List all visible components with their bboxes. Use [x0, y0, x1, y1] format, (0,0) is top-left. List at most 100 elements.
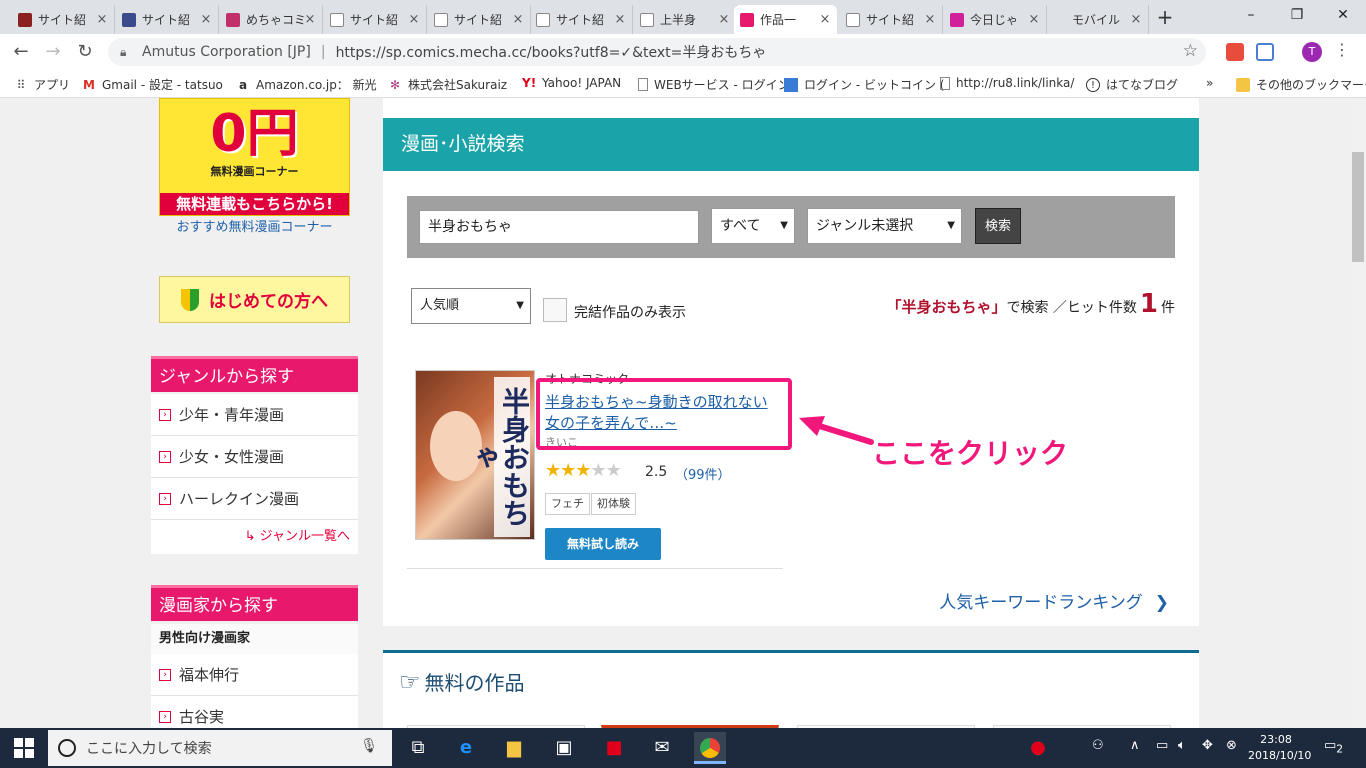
bookmark-webservice[interactable]: WEBサービス - ログイン — [638, 76, 790, 93]
notification-icon[interactable]: ▭2 — [1324, 738, 1343, 756]
windows-start-icon[interactable] — [14, 738, 34, 758]
volume-icon[interactable]: 🔈︎ — [1178, 738, 1186, 753]
close-window-button[interactable]: ✕ — [1320, 0, 1366, 30]
scrollbar-thumb[interactable] — [1352, 152, 1364, 262]
close-icon[interactable]: × — [200, 12, 212, 27]
file-explorer-icon[interactable]: ▆ — [498, 732, 530, 764]
tab-title: サイト紹 — [38, 13, 87, 27]
back-arrow-icon[interactable]: ← — [8, 40, 34, 64]
close-icon[interactable]: × — [614, 12, 626, 27]
search-input[interactable]: 半身おもちゃ — [419, 210, 699, 244]
tab-7[interactable]: 上半身 × — [634, 5, 737, 34]
bookmark-sakuraiz[interactable]: ✻ 株式会社Sakuraiz — [388, 76, 507, 93]
bookmark-hatena[interactable]: ! はてなブログ — [1086, 76, 1178, 93]
tab-4[interactable]: サイト紹 × — [324, 5, 427, 34]
tab-1[interactable]: サイト紹 × — [12, 5, 115, 34]
tab-favicon — [18, 12, 32, 27]
tab-title: サイト紹 — [142, 13, 191, 27]
beginner-banner[interactable]: はじめての方へ — [159, 276, 350, 323]
battery-icon[interactable]: ▭ — [1156, 738, 1168, 753]
bookmark-apps[interactable]: ⠿ アプリ — [14, 76, 70, 93]
genre-select[interactable]: ジャンル未選択 ▼ — [807, 208, 962, 244]
tab-11[interactable]: モバイル × — [1046, 5, 1149, 34]
free-manga-banner[interactable]: 0円 無料漫画コーナー 無料連載もこちらから! — [159, 98, 350, 216]
beginner-mark-icon — [181, 288, 199, 311]
close-icon[interactable]: × — [1130, 12, 1142, 27]
bookmark-other[interactable]: その他のブックマーク — [1236, 76, 1366, 93]
tab-3[interactable]: めちゃコミ × — [220, 5, 323, 34]
tab-favicon — [226, 12, 240, 27]
close-icon[interactable]: × — [819, 12, 831, 27]
bookmark-star-icon[interactable]: ☆ — [1183, 41, 1198, 61]
store-icon[interactable]: ▣ — [548, 732, 580, 764]
tab-10[interactable]: 今日じゃ × — [944, 5, 1047, 34]
bookmark-ru8[interactable]: http://ru8.link/linka/ — [940, 76, 1074, 90]
keyword-ranking-link[interactable]: 人気キーワードランキング ❯ — [939, 588, 1169, 613]
tag-badge[interactable]: フェチ — [545, 493, 590, 515]
chevron-up-icon[interactable]: ∧ — [1130, 738, 1140, 753]
complete-only-label[interactable]: 完結作品のみ表示 — [574, 302, 686, 322]
sort-select[interactable]: 人気順 ▼ — [411, 288, 531, 324]
chrome-icon[interactable] — [694, 732, 726, 764]
tab-favicon — [122, 12, 136, 27]
tab-5[interactable]: サイト紹 × — [428, 5, 531, 34]
genre-item[interactable]: › ハーレクイン漫画 — [151, 478, 358, 520]
recommend-free-link[interactable]: おすすめ無料漫画コーナー — [159, 216, 350, 235]
artist-item[interactable]: › 福本伸行 — [151, 654, 358, 696]
activity-monitor-icon[interactable]: ● — [1022, 732, 1054, 764]
reload-icon[interactable]: ↻ — [72, 40, 98, 64]
book-cover[interactable]: 半身おもちゃ — [415, 370, 535, 540]
network-icon[interactable]: ⊗ — [1226, 738, 1237, 753]
review-count-link[interactable]: （99件） — [675, 464, 731, 483]
bookmarks-overflow[interactable]: » — [1206, 76, 1213, 90]
reader-app-icon[interactable]: ■ — [598, 732, 630, 764]
extension-icon[interactable] — [1256, 43, 1274, 61]
clock[interactable]: 23:08 2018/10/10 — [1248, 732, 1311, 764]
tab-title: めちゃコミ — [246, 13, 304, 27]
close-icon[interactable]: × — [924, 12, 936, 27]
mail-icon[interactable]: ✉ — [646, 732, 678, 764]
tab-6[interactable]: サイト紹 × — [530, 5, 633, 34]
close-icon[interactable]: × — [1028, 12, 1040, 27]
tab-9[interactable]: サイト紹 × — [840, 5, 943, 34]
bookmark-bitcoin[interactable]: ログイン - ビットコイン ( — [784, 76, 944, 93]
extension-icon[interactable] — [1226, 43, 1244, 61]
arrow-right-icon: › — [159, 450, 171, 463]
dropbox-icon[interactable]: ✥ — [1202, 738, 1213, 753]
minimize-button[interactable]: – — [1228, 0, 1274, 30]
genre-all-link[interactable]: ↳ ジャンル一覧へ — [151, 520, 358, 554]
bookmark-yahoo[interactable]: Y! Yahoo! JAPAN — [522, 76, 621, 90]
tab-2[interactable]: サイト紹 × — [116, 5, 219, 34]
task-view-icon[interactable]: ⧉ — [402, 732, 434, 764]
address-bar[interactable]: 🔒︎ Amutus Corporation [JP] | https://sp.… — [108, 38, 1206, 66]
free-preview-button[interactable]: 無料試し読み — [545, 528, 661, 560]
bookmark-amazon[interactable]: a Amazon.co.jp： 新光 — [236, 76, 377, 93]
hit-unit: 件 — [1161, 300, 1175, 316]
bookmark-label: 株式会社Sakuraiz — [408, 78, 508, 92]
complete-only-checkbox[interactable] — [543, 298, 567, 322]
bookmark-gmail[interactable]: M Gmail - 設定 - tatsuo — [82, 76, 223, 93]
genre-item[interactable]: › 少女・女性漫画 — [151, 436, 358, 478]
close-icon[interactable]: × — [408, 12, 420, 27]
tab-8-active[interactable]: 作品一 × — [734, 5, 837, 34]
people-icon[interactable]: ⚇ — [1092, 738, 1104, 753]
profile-avatar[interactable]: T — [1302, 42, 1322, 62]
maximize-button[interactable]: ❐ — [1274, 0, 1320, 30]
rating-value: 2.5 — [645, 464, 668, 480]
category-select[interactable]: すべて ▼ — [711, 208, 795, 244]
tag-badge[interactable]: 初体験 — [591, 493, 636, 515]
close-icon[interactable]: × — [718, 12, 730, 27]
close-icon[interactable]: × — [512, 12, 524, 27]
forward-arrow-icon[interactable]: → — [40, 40, 66, 64]
genre-list: › 少年・青年漫画 › 少女・女性漫画 › ハーレクイン漫画 ↳ ジャンル一覧へ — [151, 394, 358, 554]
close-icon[interactable]: × — [96, 12, 108, 27]
new-tab-button[interactable]: + — [1153, 6, 1177, 30]
taskbar-search[interactable]: ここに入力して検索 🎙︎ — [48, 730, 392, 766]
genre-item[interactable]: › 少年・青年漫画 — [151, 394, 358, 436]
artist-item[interactable]: › 古谷実 — [151, 696, 358, 728]
menu-dots-icon[interactable]: ⋮ — [1334, 40, 1350, 59]
edge-icon[interactable]: e — [450, 732, 482, 764]
search-button[interactable]: 検索 — [975, 208, 1021, 244]
close-icon[interactable]: × — [304, 12, 316, 27]
microphone-icon[interactable]: 🎙︎ — [360, 738, 378, 754]
